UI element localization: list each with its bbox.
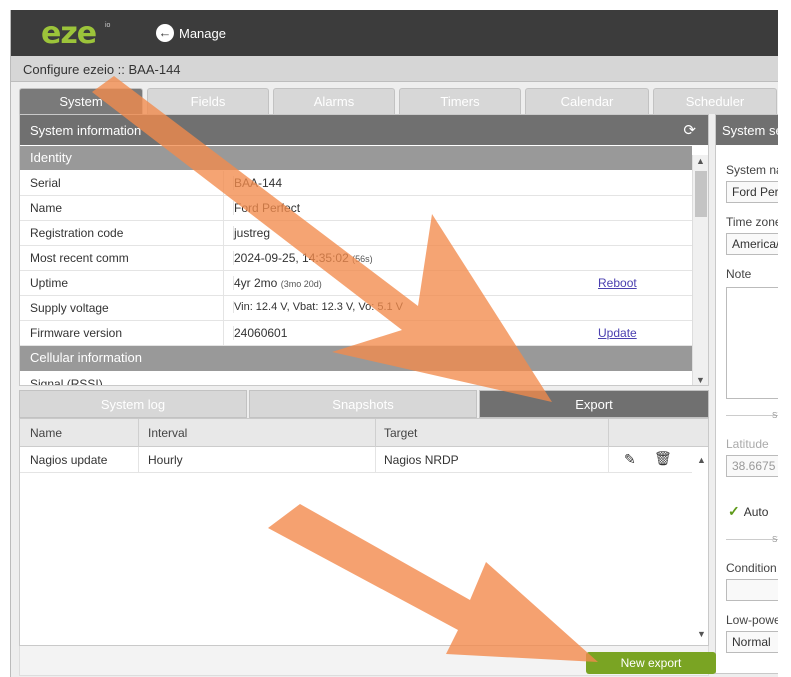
identity-section-header: Identity <box>20 146 692 170</box>
new-export-button[interactable]: New export <box>586 652 716 674</box>
scroll-up-icon[interactable]: ▲ <box>697 455 706 465</box>
column-header-name[interactable]: Name <box>30 426 62 440</box>
scroll-down-icon[interactable]: ▼ <box>697 629 706 639</box>
info-value: Ford Perfect <box>233 201 301 215</box>
scroll-up-icon[interactable]: ▲ <box>696 156 705 166</box>
torn-edge <box>778 0 791 677</box>
table-header: Name Interval Target <box>20 419 708 447</box>
main-tabs: System Fields Alarms Timers Calendar Sch… <box>19 88 791 114</box>
info-row-supply-voltage: Supply voltage Vin: 12.4 V, Vbat: 12.3 V… <box>20 296 692 321</box>
export-name: Nagios update <box>30 453 108 467</box>
info-key: Registration code <box>30 226 124 240</box>
table-row[interactable]: Nagios update Hourly Nagios NRDP ✎ 🗑 <box>20 447 692 473</box>
auto-checkbox[interactable]: ✓ Auto <box>728 503 768 520</box>
lowpower-label: Low-power <box>726 613 785 627</box>
info-key: Supply voltage <box>30 301 109 315</box>
table-footer: New export <box>19 646 716 676</box>
tab-export[interactable]: Export <box>479 390 709 418</box>
column-header-target[interactable]: Target <box>384 426 417 440</box>
ezeio-logo[interactable]: eze <box>41 16 97 51</box>
info-scrollbar[interactable]: ▲ ▼ <box>692 155 708 385</box>
info-value: justreg <box>233 226 271 240</box>
tab-timers[interactable]: Timers <box>399 88 521 114</box>
info-row-signal: Signal (RSSI) <box>20 372 692 386</box>
column-header-interval[interactable]: Interval <box>148 426 187 440</box>
cellular-section-header: Cellular information <box>20 346 692 371</box>
export-interval: Hourly <box>148 453 183 467</box>
tab-scheduler[interactable]: Scheduler <box>653 88 777 114</box>
info-note: (3mo 20d) <box>280 279 322 289</box>
info-value: 24060601 <box>233 326 288 340</box>
info-row-serial: Serial BAA-144 <box>20 171 692 196</box>
info-row-name: Name Ford Perfect <box>20 196 692 221</box>
export-table: Name Interval Target Nagios update Hourl… <box>19 418 709 646</box>
info-value: BAA-144 <box>233 176 283 190</box>
tab-calendar[interactable]: Calendar <box>525 88 649 114</box>
update-link[interactable]: Update <box>598 326 637 340</box>
info-note: (56s) <box>352 254 373 264</box>
pencil-icon[interactable]: ✎ <box>624 451 636 468</box>
app-window: eze io ← Manage Configure ezeio :: BAA-1… <box>10 10 791 677</box>
checkmark-icon: ✓ <box>728 503 740 519</box>
log-tabs: System log Snapshots Export <box>19 390 709 418</box>
info-key: Name <box>30 201 63 215</box>
latitude-label: Latitude <box>726 437 769 451</box>
info-value: 2024-09-25, 14:35:02 (56s) <box>233 251 373 265</box>
tab-snapshots[interactable]: Snapshots <box>249 390 477 418</box>
system-information-title: System information <box>30 123 142 138</box>
breadcrumb: Configure ezeio :: BAA-144 <box>11 56 791 82</box>
reboot-link[interactable]: Reboot <box>598 276 637 290</box>
info-key: Serial <box>30 176 61 190</box>
tab-alarms[interactable]: Alarms <box>273 88 395 114</box>
condition-label: Condition <box>726 561 777 575</box>
auto-label: Auto <box>743 504 769 519</box>
info-row-recent-comm: Most recent comm 2024-09-25, 14:35:02 (5… <box>20 246 692 271</box>
back-arrow-icon: ← <box>156 24 174 42</box>
timezone-label: Time zone <box>726 215 782 229</box>
tab-system-log[interactable]: System log <box>19 390 247 418</box>
system-information-header: System information ⟳ <box>20 115 708 145</box>
info-row-uptime: Uptime 4yr 2mo (3mo 20d) Reboot <box>20 271 692 296</box>
tab-system[interactable]: System <box>19 88 143 114</box>
refresh-icon[interactable]: ⟳ <box>683 121 696 139</box>
info-key: Signal (RSSI) <box>30 377 103 386</box>
note-label: Note <box>726 267 752 281</box>
info-value: Vin: 12.4 V, Vbat: 12.3 V, Vo: 5.1 V <box>233 301 404 313</box>
manage-button[interactable]: ← Manage <box>156 24 226 42</box>
logo-superscript: io <box>105 22 111 29</box>
export-target: Nagios NRDP <box>384 453 459 467</box>
info-row-registration: Registration code justreg <box>20 221 692 246</box>
info-key: Most recent comm <box>30 251 129 265</box>
system-information-panel: System information ⟳ Identity Serial BAA… <box>19 114 709 386</box>
scroll-down-icon[interactable]: ▼ <box>696 375 705 385</box>
top-bar: eze io ← Manage <box>11 10 791 56</box>
scroll-thumb[interactable] <box>695 171 707 217</box>
info-key: Firmware version <box>30 326 123 340</box>
info-row-firmware: Firmware version 24060601 Update <box>20 321 692 346</box>
tab-fields[interactable]: Fields <box>147 88 269 114</box>
manage-label: Manage <box>179 25 226 41</box>
trash-icon[interactable]: 🗑 <box>654 450 672 467</box>
info-key: Uptime <box>30 276 69 290</box>
info-value: 4yr 2mo (3mo 20d) <box>233 276 322 290</box>
